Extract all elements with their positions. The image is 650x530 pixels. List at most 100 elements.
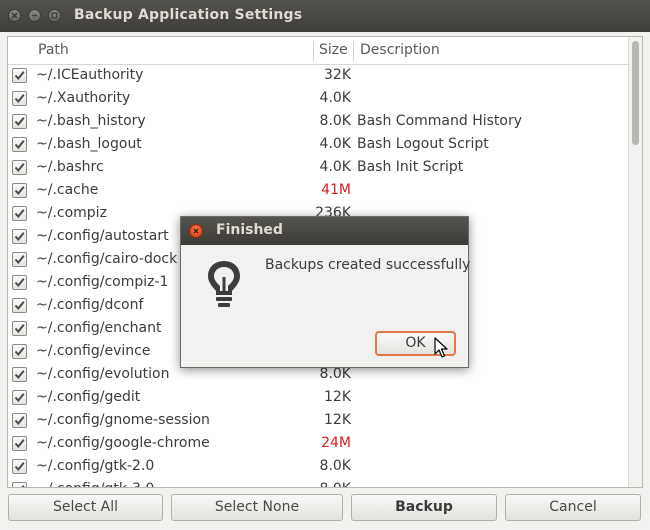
cell-size: 4.0K	[319, 90, 351, 106]
row-checkbox[interactable]	[12, 160, 27, 175]
cancel-button[interactable]: Cancel	[505, 494, 641, 521]
cell-size: 12K	[324, 412, 351, 428]
cell-size: 12K	[324, 389, 351, 405]
table-row[interactable]: ~/.bash_history 8.0K Bash Command History	[8, 111, 628, 134]
cell-path: ~/.bash_history	[36, 113, 146, 129]
checkmark-icon	[14, 255, 25, 265]
cell-path: ~/.config/gtk-2.0	[36, 458, 155, 474]
row-checkbox[interactable]	[12, 413, 27, 428]
table-row[interactable]: ~/.config/gedit 12K	[8, 387, 628, 410]
cell-path: ~/.config/enchant	[36, 320, 162, 336]
row-checkbox[interactable]	[12, 482, 27, 487]
select-all-button[interactable]: Select All	[8, 494, 163, 521]
minimize-icon	[32, 14, 37, 17]
row-checkbox[interactable]	[12, 183, 27, 198]
column-header-description[interactable]: Description	[360, 37, 440, 64]
cell-path: ~/.config/gedit	[36, 389, 141, 405]
checkmark-icon	[14, 462, 25, 472]
row-checkbox[interactable]	[12, 114, 27, 129]
cell-size: 41M	[321, 182, 351, 198]
cell-path: ~/.bash_logout	[36, 136, 142, 152]
table-row[interactable]: ~/.bash_logout 4.0K Bash Logout Script	[8, 134, 628, 157]
checkmark-icon	[14, 163, 25, 173]
backup-button[interactable]: Backup	[351, 494, 497, 521]
cell-path: ~/.config/evolution	[36, 366, 170, 382]
row-checkbox[interactable]	[12, 275, 27, 290]
cell-size: 8.0K	[319, 458, 351, 474]
maximize-icon	[51, 12, 58, 19]
cell-path: ~/.config/cairo-dock	[36, 251, 178, 267]
cell-size: 32K	[324, 67, 351, 83]
row-checkbox[interactable]	[12, 229, 27, 244]
checkmark-icon	[21, 485, 25, 487]
cell-size: 8.0K	[293, 481, 351, 487]
cell-path: ~/.config/dconf	[36, 297, 144, 313]
checkmark-icon	[14, 71, 25, 81]
checkmark-icon	[14, 439, 25, 449]
cell-size: 8.0K	[319, 113, 351, 129]
cell-path: ~/.Xauthority	[36, 90, 131, 106]
column-divider[interactable]	[353, 41, 354, 61]
table-row[interactable]: ~/.config/google-chrome 24M	[8, 433, 628, 456]
row-checkbox[interactable]	[12, 68, 27, 83]
dialog-close-button[interactable]	[189, 224, 203, 238]
table-row[interactable]: ~/.ICEauthority 32K	[8, 65, 628, 88]
scrollbar-thumb[interactable]	[632, 41, 639, 145]
cell-path: ~/.config/gtk-3.0	[36, 481, 154, 487]
close-window-button[interactable]	[8, 9, 21, 22]
row-checkbox[interactable]	[12, 206, 27, 221]
row-checkbox[interactable]	[12, 390, 27, 405]
cell-path: ~/.cache	[36, 182, 99, 198]
cell-path: ~/.config/evince	[36, 343, 151, 359]
checkmark-icon	[14, 370, 25, 380]
checkmark-icon	[14, 140, 25, 150]
cell-path: ~/.ICEauthority	[36, 67, 144, 83]
checkmark-icon	[14, 94, 25, 104]
cell-size: 24M	[321, 435, 351, 451]
minimize-window-button[interactable]	[28, 9, 41, 22]
close-icon	[11, 12, 18, 19]
cell-path: ~/.config/autostart	[36, 228, 169, 244]
row-checkbox[interactable]	[12, 298, 27, 313]
checkmark-icon	[14, 117, 25, 127]
column-header-path[interactable]: Path	[38, 37, 69, 64]
cell-path: ~/.compiz	[36, 205, 107, 221]
select-none-button[interactable]: Select None	[171, 494, 343, 521]
table-row[interactable]: ~/.config/gtk-3.0 8.0K	[8, 479, 628, 487]
checkmark-icon	[14, 393, 25, 403]
checkmark-icon	[14, 347, 25, 357]
row-checkbox[interactable]	[12, 367, 27, 382]
cell-size: 8.0K	[319, 366, 351, 382]
row-checkbox[interactable]	[12, 436, 27, 451]
table-row[interactable]: ~/.Xauthority 4.0K	[8, 88, 628, 111]
cell-path: ~/.config/gnome-session	[36, 412, 210, 428]
mouse-pointer-icon	[434, 337, 448, 358]
vertical-scrollbar[interactable]	[628, 37, 642, 487]
cell-path: ~/.config/compiz-1	[36, 274, 169, 290]
lightbulb-icon	[208, 261, 240, 307]
row-checkbox[interactable]	[12, 252, 27, 267]
table-row[interactable]: ~/.config/gtk-2.0 8.0K	[8, 456, 628, 479]
table-row[interactable]: ~/.cache 41M	[8, 180, 628, 203]
row-checkbox[interactable]	[12, 91, 27, 106]
row-checkbox[interactable]	[12, 459, 27, 474]
checkmark-icon	[14, 209, 25, 219]
window-title: Backup Application Settings	[74, 7, 303, 23]
checkmark-icon	[14, 186, 25, 196]
maximize-window-button[interactable]	[48, 9, 61, 22]
cell-description: Bash Command History	[357, 113, 523, 129]
checkmark-icon	[14, 232, 25, 242]
list-header: Path Size Description	[8, 37, 628, 65]
cell-size: 4.0K	[319, 136, 351, 152]
row-checkbox[interactable]	[12, 137, 27, 152]
row-checkbox[interactable]	[12, 344, 27, 359]
finished-dialog: Finished Backups created successfully OK	[180, 216, 471, 368]
dialog-title: Finished	[216, 222, 283, 238]
table-row[interactable]: ~/.config/gnome-session 12K	[8, 410, 628, 433]
dialog-message: Backups created successfully	[265, 257, 471, 273]
table-row[interactable]: ~/.bashrc 4.0K Bash Init Script	[8, 157, 628, 180]
row-checkbox[interactable]	[12, 321, 27, 336]
checkmark-icon	[14, 301, 25, 311]
column-header-size[interactable]: Size	[319, 37, 348, 64]
column-divider[interactable]	[313, 41, 314, 61]
